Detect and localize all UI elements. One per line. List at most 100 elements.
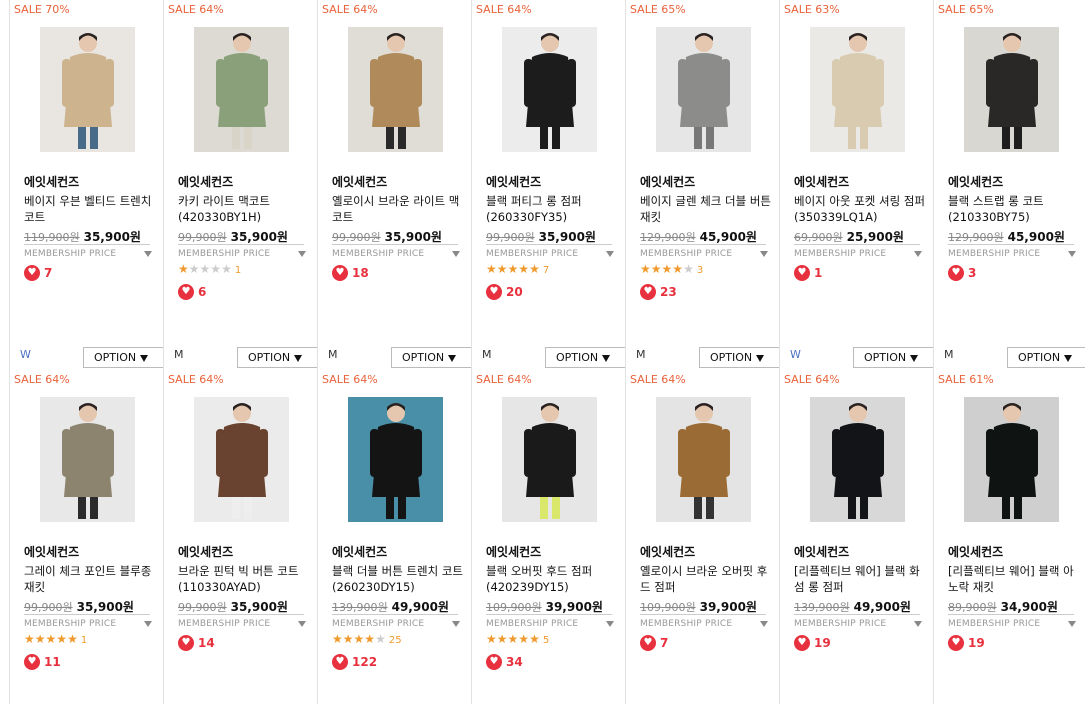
like-button[interactable]: ♥ 1 bbox=[794, 262, 822, 281]
star-rating: ★★★★★ 3 bbox=[640, 262, 703, 276]
chevron-down-icon bbox=[1068, 621, 1076, 627]
star-icon: ★ bbox=[178, 262, 189, 276]
membership-price-toggle[interactable]: MEMBERSHIP PRICE bbox=[24, 244, 152, 259]
like-button[interactable]: ♥ 19 bbox=[794, 632, 831, 651]
product-card[interactable]: SALE 61% 에잇세컨즈 [리플렉티브 웨어] 블랙 아노락 재킷 89,900원… bbox=[933, 370, 1085, 704]
brand-name: 에잇세컨즈 bbox=[486, 175, 542, 189]
product-image[interactable] bbox=[810, 27, 905, 152]
product-card[interactable]: SALE 64% 에잇세컨즈 블랙 오버핏 후드 점퍼 (420239DY15) 10… bbox=[471, 370, 625, 704]
product-card[interactable]: SALE 65% 에잇세컨즈 베이지 글렌 체크 더블 버튼 재킷 129,900원 4… bbox=[625, 0, 781, 370]
membership-price-toggle[interactable]: MEMBERSHIP PRICE bbox=[948, 244, 1076, 259]
product-image[interactable] bbox=[502, 397, 597, 522]
option-label: OPTION bbox=[710, 351, 753, 364]
membership-price-toggle[interactable]: MEMBERSHIP PRICE bbox=[486, 614, 614, 629]
product-card[interactable]: SALE 64% 에잇세컨즈 [리플렉티브 웨어] 블랙 화섬 롱 점퍼 139,90… bbox=[779, 370, 933, 704]
membership-price-toggle[interactable]: MEMBERSHIP PRICE bbox=[332, 244, 460, 259]
option-button[interactable]: OPTION bbox=[699, 347, 781, 368]
membership-price-toggle[interactable]: MEMBERSHIP PRICE bbox=[24, 614, 152, 629]
sale-price: 45,900원 bbox=[1007, 230, 1065, 244]
membership-price-toggle[interactable]: MEMBERSHIP PRICE bbox=[794, 244, 922, 259]
brand-name: 에잇세컨즈 bbox=[794, 175, 850, 189]
product-image[interactable] bbox=[964, 27, 1059, 152]
product-card[interactable]: SALE 64% 에잇세컨즈 블랙 퍼티그 롱 점퍼(260330FY35) 99,9… bbox=[471, 0, 627, 370]
product-name[interactable]: 베이지 아웃 포켓 셔링 점퍼 (350339LQ1A) bbox=[794, 193, 929, 225]
like-button[interactable]: ♥ 6 bbox=[178, 281, 206, 300]
brand-name: 에잇세컨즈 bbox=[178, 545, 234, 559]
option-button[interactable]: OPTION bbox=[1007, 347, 1085, 368]
option-button[interactable]: OPTION bbox=[545, 347, 627, 368]
sale-price: 39,900원 bbox=[699, 600, 757, 614]
product-name[interactable]: [리플렉티브 웨어] 블랙 화섬 롱 점퍼 bbox=[794, 563, 929, 595]
membership-price-toggle[interactable]: MEMBERSHIP PRICE bbox=[486, 244, 614, 259]
membership-price-label: MEMBERSHIP PRICE bbox=[332, 619, 425, 629]
like-button[interactable]: ♥ 34 bbox=[486, 651, 523, 670]
product-name[interactable]: 카키 라이트 맥코트(420330BY1H) bbox=[178, 193, 313, 225]
product-image[interactable] bbox=[348, 397, 443, 522]
option-button[interactable]: OPTION bbox=[853, 347, 935, 368]
membership-price-toggle[interactable]: MEMBERSHIP PRICE bbox=[948, 614, 1076, 629]
like-button[interactable]: ♥ 7 bbox=[640, 632, 668, 651]
option-button[interactable]: OPTION bbox=[391, 347, 473, 368]
product-name[interactable]: 브라운 핀턱 빅 버튼 코트 (110330AYAD) bbox=[178, 563, 313, 595]
product-name[interactable]: 블랙 오버핏 후드 점퍼 (420239DY15) bbox=[486, 563, 621, 595]
membership-price-toggle[interactable]: MEMBERSHIP PRICE bbox=[178, 614, 306, 629]
product-image[interactable] bbox=[656, 27, 751, 152]
like-button[interactable]: ♥ 11 bbox=[24, 651, 61, 670]
like-button[interactable]: ♥ 19 bbox=[948, 632, 985, 651]
sale-price: 39,900원 bbox=[545, 600, 603, 614]
product-image[interactable] bbox=[40, 397, 135, 522]
membership-price-toggle[interactable]: MEMBERSHIP PRICE bbox=[178, 244, 306, 259]
product-card[interactable]: SALE 70% 에잇세컨즈 베이지 우븐 벨티드 트렌치 코트 119,900원 35… bbox=[9, 0, 165, 370]
membership-price-toggle[interactable]: MEMBERSHIP PRICE bbox=[794, 614, 922, 629]
product-image[interactable] bbox=[194, 27, 289, 152]
product-image[interactable] bbox=[502, 27, 597, 152]
product-image[interactable] bbox=[348, 27, 443, 152]
product-name[interactable]: 베이지 글렌 체크 더블 버튼 재킷 bbox=[640, 193, 775, 225]
option-label: OPTION bbox=[864, 351, 907, 364]
like-button[interactable]: ♥ 14 bbox=[178, 632, 215, 651]
price-row: 99,900원 35,900원 bbox=[332, 226, 442, 245]
original-price: 119,900원 bbox=[24, 231, 80, 244]
sale-price: 35,900원 bbox=[76, 600, 134, 614]
option-button[interactable]: OPTION bbox=[83, 347, 165, 368]
product-name[interactable]: 옐로이시 브라운 오버핏 후드 점퍼 bbox=[640, 563, 775, 595]
price-row: 99,900원 35,900원 bbox=[24, 596, 134, 615]
product-card[interactable]: SALE 64% 에잇세컨즈 블랙 더블 버튼 트렌치 코트 (260230DY15… bbox=[317, 370, 471, 704]
product-card[interactable]: SALE 64% 에잇세컨즈 옐로이시 브라운 오버핏 후드 점퍼 109,900원 3… bbox=[625, 370, 779, 704]
membership-price-toggle[interactable]: MEMBERSHIP PRICE bbox=[640, 244, 768, 259]
product-name[interactable]: 블랙 퍼티그 롱 점퍼(260330FY35) bbox=[486, 193, 621, 225]
like-button[interactable]: ♥ 3 bbox=[948, 262, 976, 281]
option-button[interactable]: OPTION bbox=[237, 347, 319, 368]
sale-price: 34,900원 bbox=[1000, 600, 1058, 614]
product-name[interactable]: 베이지 우븐 벨티드 트렌치 코트 bbox=[24, 193, 159, 225]
product-image[interactable] bbox=[964, 397, 1059, 522]
original-price: 99,900원 bbox=[24, 601, 73, 614]
product-name[interactable]: 그레이 체크 포인트 블루종 재킷 bbox=[24, 563, 159, 595]
product-name[interactable]: [리플렉티브 웨어] 블랙 아노락 재킷 bbox=[948, 563, 1083, 595]
membership-price-toggle[interactable]: MEMBERSHIP PRICE bbox=[640, 614, 768, 629]
product-image[interactable] bbox=[656, 397, 751, 522]
product-card[interactable]: SALE 64% 에잇세컨즈 브라운 핀턱 빅 버튼 코트 (110330AYAD)… bbox=[163, 370, 317, 704]
product-name[interactable]: 옐로이시 브라운 라이트 맥코트 bbox=[332, 193, 467, 225]
product-name[interactable]: 블랙 스트랩 롱 코트(210330BY75) bbox=[948, 193, 1083, 225]
product-name[interactable]: 블랙 더블 버튼 트렌치 코트 (260230DY15) bbox=[332, 563, 467, 595]
like-button[interactable]: ♥ 23 bbox=[640, 281, 677, 300]
product-card[interactable]: SALE 64% 에잇세컨즈 옐로이시 브라운 라이트 맥코트 99,900원 35,9… bbox=[317, 0, 473, 370]
membership-price-toggle[interactable]: MEMBERSHIP PRICE bbox=[332, 614, 460, 629]
product-card[interactable]: SALE 64% 에잇세컨즈 카키 라이트 맥코트(420330BY1H) 99,90… bbox=[163, 0, 319, 370]
like-button[interactable]: ♥ 20 bbox=[486, 281, 523, 300]
product-card[interactable]: SALE 63% 에잇세컨즈 베이지 아웃 포켓 셔링 점퍼 (350339LQ1A… bbox=[779, 0, 935, 370]
brand-name: 에잇세컨즈 bbox=[24, 545, 80, 559]
caret-down-icon bbox=[140, 354, 149, 362]
product-image[interactable] bbox=[194, 397, 289, 522]
product-image[interactable] bbox=[810, 397, 905, 522]
like-button[interactable]: ♥ 7 bbox=[24, 262, 52, 281]
like-button[interactable]: ♥ 122 bbox=[332, 651, 377, 670]
brand-name: 에잇세컨즈 bbox=[178, 175, 234, 189]
product-card[interactable]: SALE 65% 에잇세컨즈 블랙 스트랩 롱 코트(210330BY75) 129,… bbox=[933, 0, 1085, 370]
product-card[interactable]: SALE 64% 에잇세컨즈 그레이 체크 포인트 블루종 재킷 99,900원 35,… bbox=[9, 370, 163, 704]
product-image[interactable] bbox=[40, 27, 135, 152]
product-grid: SALE 70% 에잇세컨즈 베이지 우븐 벨티드 트렌치 코트 119,900원 35… bbox=[0, 0, 1085, 704]
price-row: 129,900원 45,900원 bbox=[640, 226, 757, 245]
like-button[interactable]: ♥ 18 bbox=[332, 262, 369, 281]
